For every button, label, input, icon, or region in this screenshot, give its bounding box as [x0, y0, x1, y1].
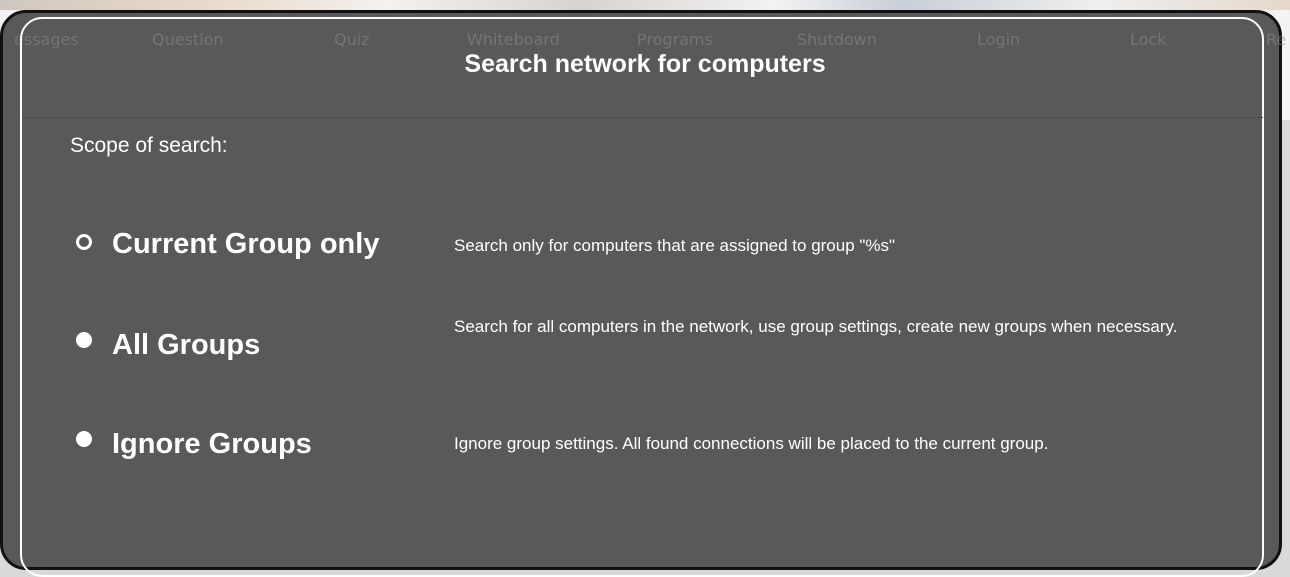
option-label-current-group-only[interactable]: Current Group only — [112, 228, 379, 261]
option-description-current-group-only: Search only for computers that are assig… — [454, 236, 896, 255]
background-tab-shutdown: Shutdown — [797, 30, 877, 49]
scope-label: Scope of search: — [70, 134, 228, 157]
option-description-ignore-groups: Ignore group settings. All found connect… — [454, 434, 1049, 453]
option-ignore-groups[interactable]: Ignore Groups Ignore group settings. All… — [70, 422, 1270, 482]
background-tab-lock: Lock — [1130, 30, 1167, 49]
background-tab-quiz: Quiz — [334, 30, 370, 49]
background-toolbar-icons-strip — [0, 0, 1290, 10]
background-tab-messages: essages — [14, 30, 79, 49]
radio-current-group-only[interactable] — [76, 234, 92, 250]
dialog-title: Search network for computers — [464, 50, 826, 78]
background-tab-question: Question — [152, 30, 224, 49]
option-all-groups[interactable]: All Groups Search for all computers in t… — [70, 317, 1270, 378]
option-label-all-groups[interactable]: All Groups — [112, 329, 260, 362]
radio-all-groups[interactable] — [76, 332, 92, 348]
option-current-group-only[interactable]: Current Group only Search only for compu… — [70, 222, 1270, 282]
option-description-all-groups: Search for all computers in the network,… — [454, 317, 1178, 336]
background-tab-login: Login — [977, 30, 1021, 49]
background-tab-whiteboard: Whiteboard — [467, 30, 560, 49]
option-label-ignore-groups[interactable]: Ignore Groups — [112, 428, 312, 461]
search-network-dialog — [0, 10, 1282, 570]
background-tab-re: Re — [1266, 30, 1287, 49]
title-divider — [23, 117, 1263, 118]
background-tab-programs: Programs — [637, 30, 713, 49]
radio-ignore-groups[interactable] — [76, 431, 92, 447]
